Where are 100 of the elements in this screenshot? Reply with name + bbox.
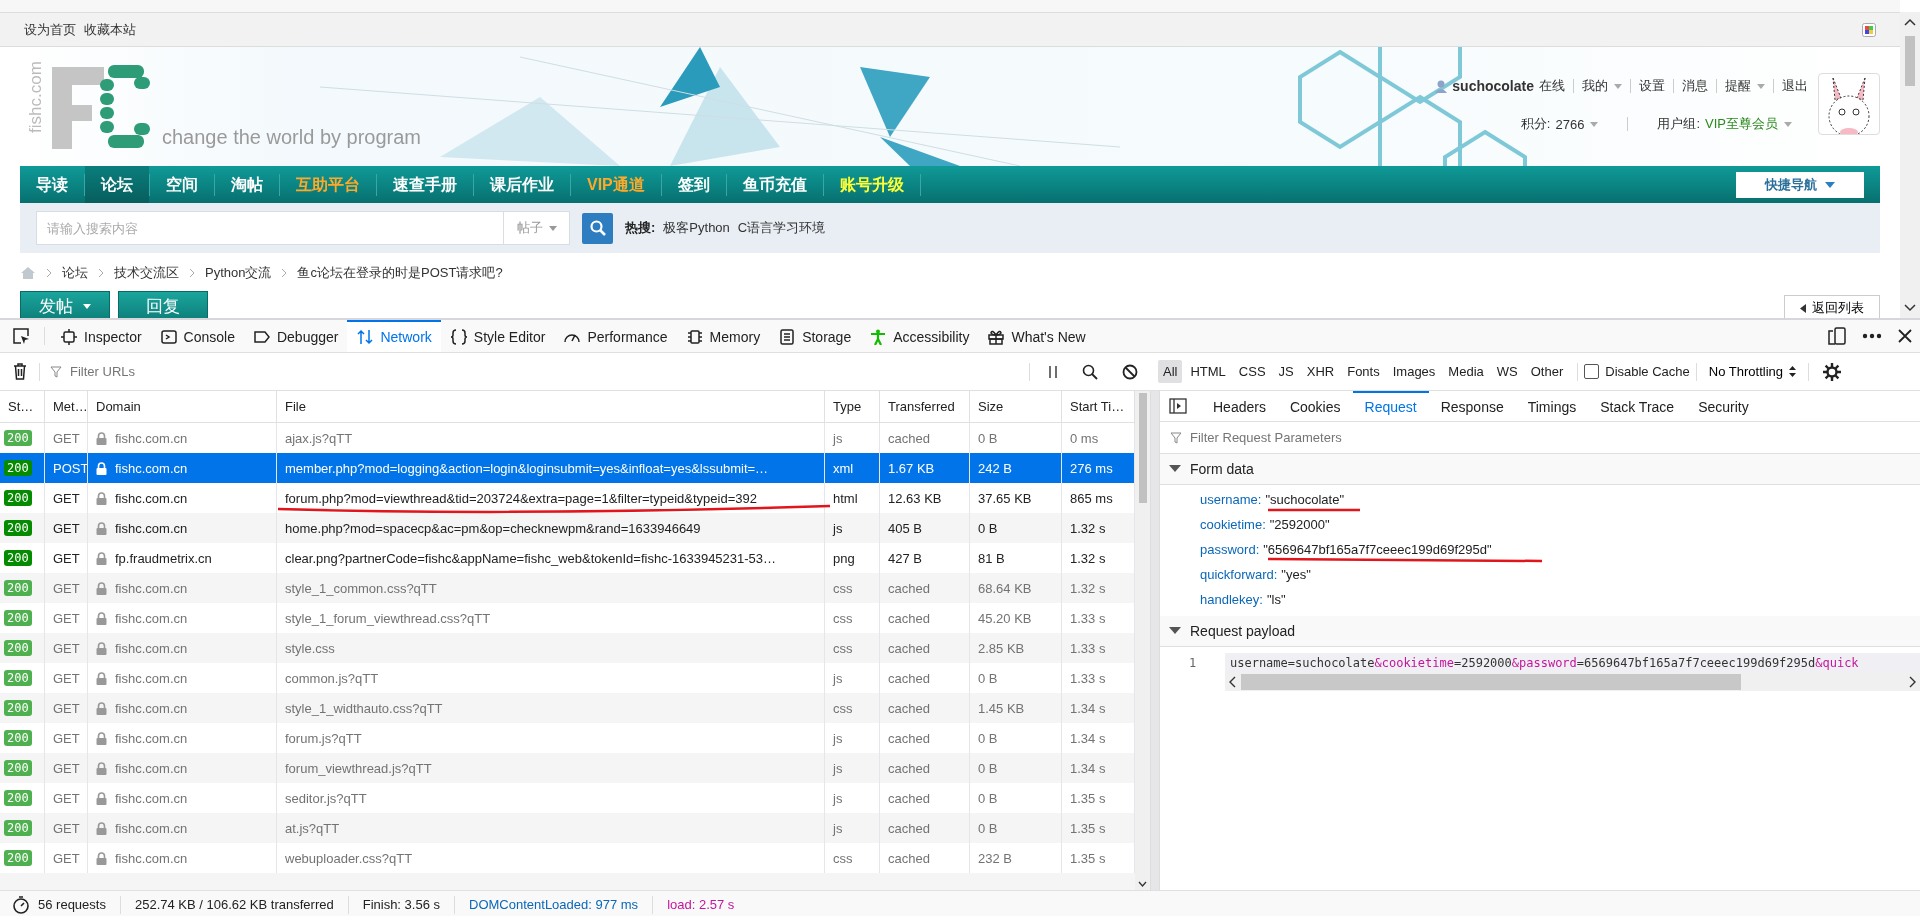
request-row[interactable]: 200 GET fishc.com.cn style_1_widthauto.css?qTT css cached 1.45 KB 1.34 s	[0, 693, 1135, 723]
nav-item[interactable]: 鱼币充值	[726, 166, 823, 203]
color-palette-icon[interactable]	[1862, 22, 1876, 37]
table-scrollbar[interactable]	[1135, 391, 1150, 890]
type-filter-button[interactable]: All	[1158, 360, 1183, 383]
devtools-tab[interactable]: Console	[150, 320, 244, 352]
devtools-tab[interactable]: Memory	[676, 320, 770, 352]
column-header[interactable]: Domain	[88, 391, 277, 422]
type-filter-button[interactable]: JS	[1273, 360, 1299, 383]
devtools-tab[interactable]: What's New	[978, 320, 1095, 352]
detail-tab[interactable]: Cookies	[1277, 391, 1353, 421]
nav-item[interactable]: 导读	[20, 166, 84, 203]
devtools-tab[interactable]: Inspector	[51, 320, 151, 352]
detail-tab[interactable]: Timings	[1515, 391, 1589, 421]
request-row[interactable]: 200 GET fishc.com.cn at.js?qTT js cached 0 B 1.35 s	[0, 813, 1135, 843]
detail-tab[interactable]: Headers	[1201, 391, 1278, 421]
request-row[interactable]: 200 GET fishc.com.cn forum_viewthread.js?qTT js cached 0 B 1.34 s	[0, 753, 1135, 783]
nav-item[interactable]: 签到	[661, 166, 726, 203]
detail-tab[interactable]: Security	[1686, 391, 1761, 421]
type-filter-button[interactable]: Images	[1387, 360, 1441, 383]
hot-search-link[interactable]: 极客Python	[663, 219, 730, 237]
nav-item[interactable]: 论坛	[85, 166, 149, 203]
scroll-thumb[interactable]	[1138, 393, 1147, 503]
user-group-link[interactable]: VIP至尊会员	[1705, 115, 1792, 133]
type-filter-button[interactable]: Media	[1443, 360, 1489, 383]
top-link[interactable]: 设为首页	[24, 20, 76, 39]
type-filter-button[interactable]: WS	[1491, 360, 1523, 383]
nav-item[interactable]: 账号升级	[823, 166, 920, 203]
disable-cache-checkbox[interactable]: Disable Cache	[1584, 364, 1690, 379]
quick-nav-button[interactable]: 快捷导航	[1736, 171, 1864, 198]
close-icon[interactable]	[1898, 329, 1912, 343]
checkbox[interactable]	[1584, 364, 1600, 379]
breadcrumb-link[interactable]: Python交流	[205, 264, 272, 282]
devtools-tab[interactable]: Accessibility	[860, 320, 979, 352]
type-text: js	[833, 670, 843, 686]
type-filter-button[interactable]: HTML	[1185, 360, 1231, 383]
breadcrumb-link[interactable]: 论坛	[62, 264, 88, 282]
section-header[interactable]: Form data	[1160, 454, 1920, 485]
type-filter-button[interactable]: CSS	[1233, 360, 1271, 383]
column-header[interactable]: Type	[825, 391, 880, 422]
request-row[interactable]: 200 GET fishc.com.cn style_1_common.css?qTT css cached 68.64 KB 1.32 s	[0, 573, 1135, 603]
more-options-icon[interactable]	[1862, 333, 1882, 339]
nav-item[interactable]: 淘帖	[215, 166, 279, 203]
clear-trash-icon[interactable]	[13, 363, 27, 380]
element-picker-icon[interactable]	[12, 327, 30, 345]
column-header[interactable]: St…	[0, 391, 45, 422]
filter-parameters-field[interactable]: Filter Request Parameters	[1188, 429, 1920, 446]
hot-search-link[interactable]: C语言学习环境	[737, 219, 826, 237]
section-header[interactable]: Request payload	[1160, 616, 1920, 647]
filter-urls-field[interactable]: Filter URLs	[68, 363, 1023, 380]
devtools-tab[interactable]: Network	[347, 320, 441, 352]
domain-text: fishc.com.cn	[115, 610, 188, 626]
username-link[interactable]: suchocolate	[1452, 78, 1534, 94]
post-action-button[interactable]: 发帖	[20, 291, 110, 318]
breadcrumb-link[interactable]: 鱼c论坛在登录的时是POST请求吧?	[297, 264, 503, 282]
search-icon[interactable]	[1082, 363, 1098, 380]
column-header[interactable]: Transferred	[880, 391, 970, 422]
nav-item[interactable]: 课后作业	[474, 166, 570, 203]
start-time-text: 1.34 s	[1070, 730, 1106, 746]
scroll-thumb[interactable]	[1241, 674, 1741, 690]
request-row[interactable]: 200 GET fishc.com.cn home.php?mod=spacecp&ac=pm&op=checknewpm&rand=1633946649 js 405 B 0 B 1.32 s	[0, 513, 1135, 543]
avatar-drawing[interactable]	[1818, 73, 1880, 135]
detail-tab[interactable]: Request	[1352, 391, 1429, 421]
nav-item[interactable]: 空间	[150, 166, 214, 203]
settings-icon[interactable]	[1823, 362, 1841, 381]
column-header[interactable]: File	[277, 391, 825, 422]
type-filter-button[interactable]: Fonts	[1342, 360, 1385, 383]
request-row[interactable]: 200 GET fishc.com.cn style.css css cached 2.85 KB 1.33 s	[0, 633, 1135, 663]
devtools-tab[interactable]: Debugger	[243, 320, 348, 352]
devtools-tab[interactable]: Performance	[554, 320, 677, 352]
horizontal-scrollbar[interactable]	[1225, 673, 1920, 691]
devtools-tab[interactable]: Storage	[769, 320, 861, 352]
caret-icon	[1784, 121, 1792, 127]
type-filter-button[interactable]: Other	[1525, 360, 1569, 383]
pause-icon[interactable]	[1048, 364, 1058, 379]
block-icon[interactable]	[1122, 363, 1138, 380]
user-menu-link[interactable]: 消息	[1682, 77, 1708, 95]
detail-tab[interactable]: Stack Trace	[1588, 391, 1687, 421]
post-action-button[interactable]: 回复	[118, 291, 208, 318]
page-scrollbar[interactable]	[1900, 12, 1920, 318]
start-time-text: 1.34 s	[1070, 700, 1106, 716]
responsive-mode-icon[interactable]	[1828, 327, 1846, 345]
user-menu-link[interactable]: 设置	[1639, 77, 1665, 95]
user-menu-link[interactable]: 我的	[1582, 77, 1622, 95]
devtools-tab[interactable]: Style Editor	[440, 320, 555, 352]
throttling-dropdown[interactable]: No Throttling	[1702, 364, 1802, 379]
top-link[interactable]: 收藏本站	[84, 20, 136, 39]
detail-tab[interactable]: Response	[1428, 391, 1516, 421]
user-menu-link[interactable]: 退出	[1782, 77, 1808, 95]
nav-item[interactable]: 速查手册	[377, 166, 473, 203]
column-header[interactable]: Met…	[45, 391, 88, 422]
breadcrumb-link[interactable]: 技术交流区	[114, 264, 179, 282]
points-link[interactable]: 2766	[1555, 116, 1599, 132]
scroll-thumb[interactable]	[1905, 36, 1915, 86]
back-to-list-button[interactable]: 返回列表	[1784, 295, 1880, 318]
search-button[interactable]	[582, 212, 613, 244]
type-filter-button[interactable]: XHR	[1301, 360, 1340, 383]
column-header[interactable]: Size	[970, 391, 1062, 422]
user-menu-link[interactable]: 提醒	[1725, 77, 1765, 95]
side-panel-toggle-icon[interactable]	[1169, 398, 1187, 414]
